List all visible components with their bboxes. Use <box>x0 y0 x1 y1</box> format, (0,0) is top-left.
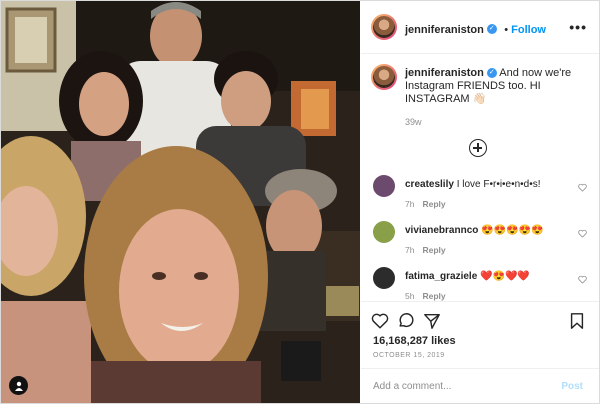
author-line: jenniferaniston ✓ • Follow <box>405 20 546 38</box>
share-icon[interactable] <box>423 312 441 330</box>
comment-text-line: createslily I love F•r•i•e•n•d•s! <box>405 179 541 190</box>
caption: jenniferaniston ✓ And now we're Instagram… <box>405 67 590 129</box>
follow-button[interactable]: Follow <box>511 24 546 36</box>
comment-meta: 7h Reply <box>405 199 446 209</box>
verified-icon: ✓ <box>486 23 497 34</box>
comment-text-line: vivianebrannco 😍😍😍😍😍 <box>405 225 543 236</box>
comment-text: I love F•r•i•e•n•d•s! <box>456 179 541 190</box>
like-comment-icon[interactable] <box>578 275 587 284</box>
comment-avatar[interactable] <box>373 221 395 243</box>
author-username[interactable]: jenniferaniston <box>405 24 484 36</box>
comment-age: 5h <box>405 291 415 301</box>
comment-avatar[interactable] <box>373 267 395 289</box>
like-comment-icon[interactable] <box>578 183 587 192</box>
comment-username[interactable]: fatima_graziele <box>405 271 477 282</box>
caption-age: 39w <box>405 117 422 127</box>
add-comment-bar: Add a comment... Post <box>361 368 599 405</box>
post-sidebar: jenniferaniston ✓ • Follow ••• jenniferani… <box>361 1 599 403</box>
post-header: jenniferaniston ✓ • Follow ••• <box>361 1 599 54</box>
comment-text: 😍😍😍😍😍 <box>481 225 544 236</box>
verified-icon: ✓ <box>486 68 497 79</box>
reply-button[interactable]: Reply <box>422 199 445 209</box>
comment-icon[interactable] <box>397 312 415 330</box>
save-bookmark-icon[interactable] <box>569 312 585 330</box>
comment-meta: 7h Reply <box>405 245 446 255</box>
author-avatar[interactable] <box>371 14 397 40</box>
comment-age: 7h <box>405 245 415 255</box>
reply-button[interactable]: Reply <box>422 245 445 255</box>
comment-age: 7h <box>405 199 415 209</box>
load-more-comments-icon[interactable] <box>469 139 487 157</box>
post-date: OCTOBER 15, 2019 <box>373 352 445 359</box>
like-heart-icon[interactable] <box>371 312 389 330</box>
add-comment-input[interactable]: Add a comment... <box>373 381 451 392</box>
separator-dot: • <box>504 24 509 36</box>
more-options-icon[interactable]: ••• <box>569 19 587 35</box>
caption-avatar[interactable] <box>371 64 397 90</box>
likes-count[interactable]: 16,168,287 likes <box>373 335 456 347</box>
reply-button[interactable]: Reply <box>422 291 445 301</box>
comment-text: ❤️😍❤️❤️ <box>480 271 530 282</box>
comment-avatar[interactable] <box>373 175 395 197</box>
comment-username[interactable]: createslily <box>405 179 454 190</box>
caption-username[interactable]: jenniferaniston <box>405 67 484 79</box>
post-comment-button[interactable]: Post <box>561 381 583 392</box>
selfie-image <box>1 1 360 403</box>
comment-meta: 5h Reply <box>405 291 446 301</box>
like-comment-icon[interactable] <box>578 229 587 238</box>
comment-text-line: fatima_graziele ❤️😍❤️❤️ <box>405 271 530 282</box>
post-frame: jenniferaniston ✓ • Follow ••• jenniferani… <box>0 0 600 404</box>
post-actions: 16,168,287 likes OCTOBER 15, 2019 Add a … <box>361 301 599 408</box>
comment-username[interactable]: vivianebrannco <box>405 225 478 236</box>
post-photo[interactable] <box>1 1 360 403</box>
user-tag-icon[interactable] <box>9 376 28 395</box>
